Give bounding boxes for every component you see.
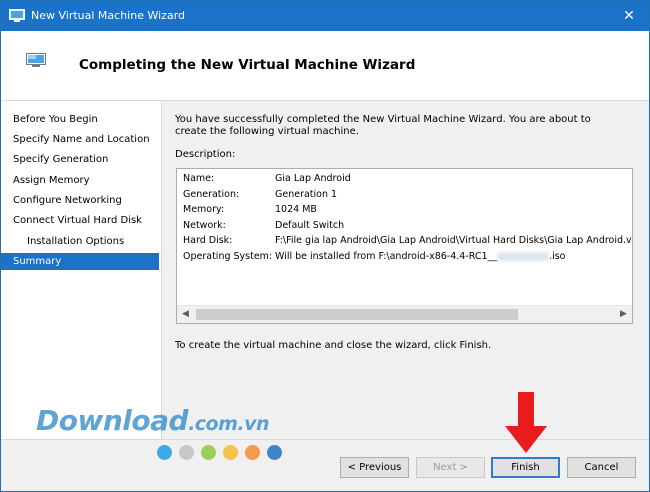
description-label: Description: [175,149,236,160]
summary-value: 1024 MB [275,204,317,215]
button-bar: < Previous Next > Finish Cancel [1,439,649,491]
watermark-text: Download [36,404,189,437]
step-installation-options[interactable]: Installation Options [1,233,159,250]
wizard-steps-sidebar: Before You Begin Specify Name and Locati… [1,101,162,439]
redacted-text-blur [497,252,550,261]
summary-key: Memory: [183,204,225,215]
os-path-suffix: .iso [549,251,566,262]
title-bar: New Virtual Machine Wizard ✕ [1,1,649,31]
scrollbar-thumb[interactable] [196,309,518,320]
summary-value: Will be installed from F:\android-x86-4.… [275,250,565,264]
watermark-dot [245,445,260,460]
step-connect-virtual-hard-disk[interactable]: Connect Virtual Hard Disk [1,212,159,229]
step-specify-generation[interactable]: Specify Generation [1,151,159,168]
scroll-right-arrow-icon[interactable]: ▶ [615,306,632,323]
close-button[interactable]: ✕ [609,1,649,31]
summary-key: Network: [183,220,226,231]
summary-key: Operating System: [183,251,273,262]
step-summary[interactable]: Summary [1,253,159,270]
summary-value: F:\File gia lap Android\Gia Lap Android\… [275,235,633,246]
virtual-machine-icon [26,53,46,67]
wizard-header: Completing the New Virtual Machine Wizar… [1,31,649,101]
summary-key: Generation: [183,189,240,200]
summary-value: Gia Lap Android [275,173,351,184]
summary-key: Hard Disk: [183,235,233,246]
cancel-button[interactable]: Cancel [567,457,636,478]
summary-value: Generation 1 [275,189,338,200]
hyper-v-app-icon [9,9,25,22]
watermark-dot [179,445,194,460]
finish-button[interactable]: Finish [491,457,560,478]
step-configure-networking[interactable]: Configure Networking [1,192,159,209]
description-box[interactable]: Name: Gia Lap Android Generation: Genera… [176,168,633,324]
watermark-dot [157,445,172,460]
step-assign-memory[interactable]: Assign Memory [1,172,159,189]
download-watermark-logo: Download.com.vn [36,404,270,437]
watermark-tld: .com.vn [188,413,270,435]
watermark-dots [157,445,297,461]
summary-panel: You have successfully completed the New … [162,101,649,439]
scroll-left-arrow-icon[interactable]: ◀ [177,306,194,323]
close-icon: ✕ [623,8,635,24]
next-button[interactable]: Next > [416,457,485,478]
intro-text: You have successfully completed the New … [175,114,591,137]
os-path-text: Will be installed from F:\android-x86-4.… [275,251,498,262]
watermark-dot [201,445,216,460]
page-title: Completing the New Virtual Machine Wizar… [79,57,416,73]
wizard-window: New Virtual Machine Wizard ✕ Completing … [0,0,650,492]
step-before-you-begin[interactable]: Before You Begin [1,111,159,128]
closing-text: To create the virtual machine and close … [175,340,492,351]
window-title: New Virtual Machine Wizard [31,9,185,22]
summary-value: Default Switch [275,220,345,231]
summary-key: Name: [183,173,215,184]
horizontal-scrollbar[interactable]: ◀ ▶ [177,305,632,323]
watermark-dot [267,445,282,460]
previous-button[interactable]: < Previous [340,457,409,478]
red-arrow-down-icon [505,392,547,453]
watermark-dot [223,445,238,460]
step-specify-name-location[interactable]: Specify Name and Location [1,131,159,148]
